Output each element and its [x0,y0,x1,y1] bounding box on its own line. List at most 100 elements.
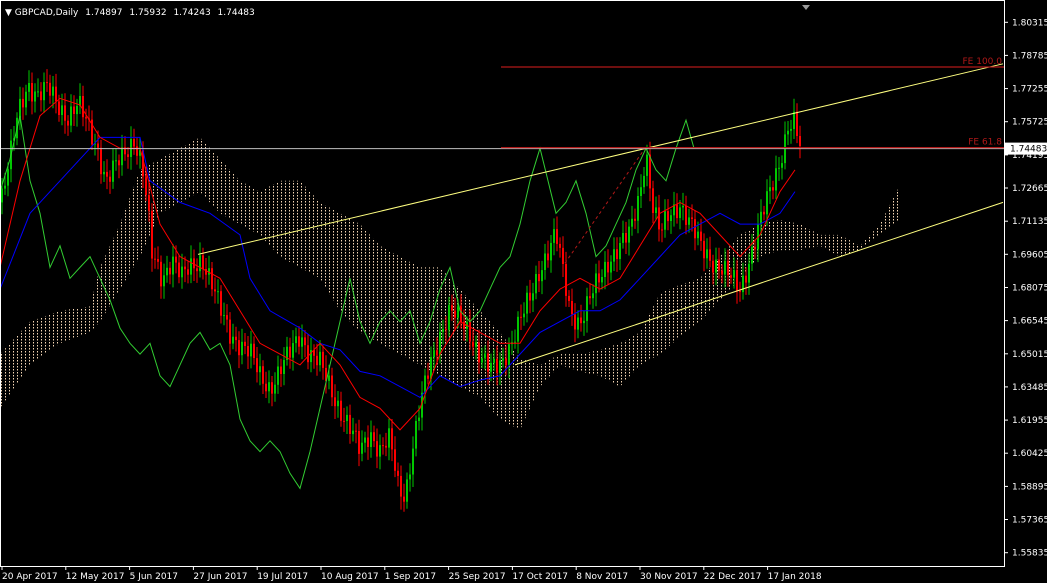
candle-body [514,341,516,343]
candle-body [307,345,309,363]
candle-body [106,171,108,177]
candle-body [190,258,192,275]
candle-body [22,98,24,108]
candle-body [616,249,618,259]
candle-body [619,243,621,259]
candle-body [271,382,273,394]
candle-body [115,160,117,162]
candle-body [322,351,324,368]
candle-body [304,337,306,346]
candle-body [433,350,435,358]
x-tick-label: 19 Jul 2017 [257,572,308,582]
candle-body [631,218,633,227]
candle-body [43,82,45,101]
x-tick-label: 22 Dec 2017 [704,572,762,582]
candle-body [61,105,63,115]
candle-body [388,428,390,448]
close-value: 1.74483 [218,8,255,18]
y-tick-label: 1.65015 [1012,350,1047,360]
candle-body [232,336,234,344]
candle-body [352,430,354,435]
y-tick-label: 1.66545 [1012,317,1047,327]
candle-body [700,231,702,241]
candle-body [667,211,669,222]
y-tick-label: 1.72665 [1012,184,1047,194]
candle-body [40,91,42,101]
candle-body [439,331,441,356]
candle-body [487,353,489,372]
candle-body [409,474,411,480]
y-tick-label: 1.77255 [1012,85,1047,95]
candle-body [100,147,102,175]
x-tick-label: 30 Nov 2017 [640,572,698,582]
candle-body [373,432,375,442]
candle-body [256,358,258,373]
candle-body [733,270,735,278]
candle-body [793,111,795,129]
candle-body [118,160,120,166]
candle-body [103,171,105,175]
candle-body [367,437,369,447]
candle-body [595,273,597,294]
candle-body [112,160,114,182]
x-tick-label: 25 Sep 2017 [449,572,506,582]
chart-canvas[interactable]: FE 100.0 FE 61.8 1.80315 1.78785 1.77255 1.7… [0,0,1047,583]
header-menu-icon[interactable]: ▼ [5,8,15,18]
candle-body [343,420,345,422]
candle-body [247,346,249,357]
candle-body [145,176,147,195]
candle-body [496,358,498,373]
candle-body [721,270,723,275]
candle-body [385,445,387,448]
candle-body [199,255,201,272]
candle-body [664,211,666,230]
candle-body [4,185,6,189]
candle-body [418,417,420,421]
candle-body [154,258,156,260]
candle-body [715,259,717,273]
high-value: 1.75932 [129,8,166,18]
candle-body [589,296,591,299]
candle-body [382,445,384,447]
candle-body [544,253,546,270]
candle-body [31,83,33,102]
candle-body [790,129,792,131]
candle-body [148,195,150,211]
candle-body [268,382,270,392]
candle-body [403,496,405,502]
candle-body [580,317,582,324]
candle-body [730,275,732,278]
y-tick-label: 1.69605 [1012,250,1047,260]
candle-body [643,175,645,188]
candle-body [724,260,726,275]
candle-body [583,320,585,324]
low-value: 1.74243 [173,8,210,18]
candle-body [406,479,408,502]
candle-body [412,448,414,475]
candle-body [364,437,366,443]
candle-body [712,260,714,273]
candle-body [394,449,396,471]
candle-body [637,196,639,221]
chart-background [0,0,1047,583]
candle-body [568,295,570,301]
candle-body [358,431,360,454]
candle-body [400,475,402,497]
candle-body [34,91,36,102]
candle-body [547,253,549,261]
x-tick-label: 12 May 2017 [66,572,125,582]
candle-body [109,176,111,182]
candle-body [70,106,72,126]
candle-body [415,421,417,449]
candle-body [709,249,711,261]
fibo-level-label: FE 100.0 [963,57,1003,67]
candle-body [661,229,663,231]
candle-body [316,355,318,366]
candle-body [778,167,780,169]
candle-body [751,246,753,264]
candle-body [160,261,162,287]
candle-body [253,343,255,358]
candle-body [508,344,510,366]
candle-body [82,96,84,118]
candle-body [355,430,357,432]
